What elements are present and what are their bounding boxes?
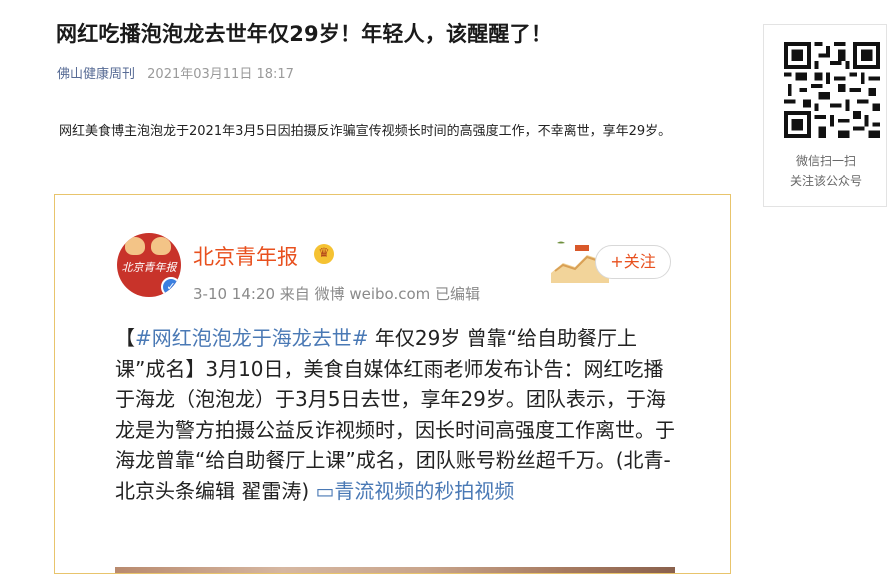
- account-name-link[interactable]: 佛山健康周刊: [57, 67, 135, 82]
- post-open-bracket: 【: [115, 326, 135, 350]
- post-hashtag: #网红泡泡龙于海龙去世#: [135, 326, 369, 350]
- ox-mascot-icon: [125, 237, 145, 255]
- weibo-post-card: 北京青年报 ✓ 北京青年报 ♛ 3-10 14:20 来自 微博 weibo.c…: [109, 203, 677, 573]
- avatar: 北京青年报 ✓: [117, 233, 181, 297]
- qr-caption: 微信扫一扫 关注该公众号: [764, 151, 887, 191]
- video-source-link: ▭青流视频的秒拍视频: [315, 478, 515, 503]
- article-meta: 佛山健康周刊 2021年03月11日 18:17: [57, 63, 294, 82]
- avatar-logo-text: 北京青年报: [121, 261, 177, 274]
- weibo-account-name: 北京青年报: [193, 245, 298, 269]
- qr-caption-line1: 微信扫一扫: [795, 154, 856, 168]
- ox-mascot-icon: [151, 237, 171, 255]
- qr-code-panel: 微信扫一扫 关注该公众号: [763, 24, 887, 207]
- post-body: 年仅29岁 曾靠“给自助餐厅上课”成名】3月10日，美食自媒体红雨老师发布讣告：…: [115, 326, 675, 503]
- qr-caption-line2: 关注该公众号: [789, 174, 862, 188]
- follow-button: +关注: [595, 245, 671, 279]
- weibo-post-text: 【#网红泡泡龙于海龙去世# 年仅29岁 曾靠“给自助餐厅上课”成名】3月10日，…: [115, 323, 675, 506]
- weibo-screenshot-image: 北京青年报 ✓ 北京青年报 ♛ 3-10 14:20 来自 微博 weibo.c…: [54, 194, 731, 574]
- qr-code-image: [784, 42, 880, 138]
- article-lead-paragraph: 网红美食博主泡泡龙于2021年3月5日因拍摄反诈骗宣传视频长时间的高强度工作，不…: [59, 124, 672, 139]
- article-title: 网红吃播泡泡龙去世年仅29岁！年轻人，该醒醒了！: [56, 22, 553, 46]
- crown-icon: ♛: [314, 244, 334, 264]
- verified-badge-icon: ✓: [161, 277, 181, 297]
- publish-date: 2021年03月11日 18:17: [147, 67, 294, 82]
- weibo-post-meta: 3-10 14:20 来自 微博 weibo.com 已编辑: [193, 285, 481, 303]
- video-thumbnail: [115, 567, 675, 573]
